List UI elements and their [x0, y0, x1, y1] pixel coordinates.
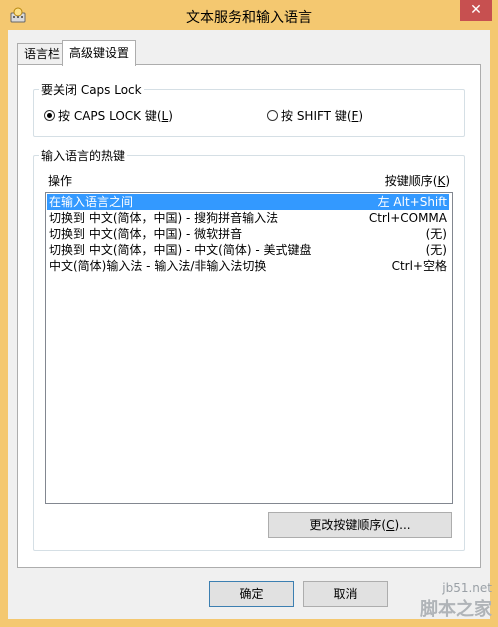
- radio-shift-label: 按 SHIFT 键(F): [281, 109, 364, 123]
- list-item[interactable]: 切换到 中文(简体，中国) - 搜狗拼音输入法 Ctrl+COMMA: [47, 210, 449, 226]
- list-item-action: 中文(简体)输入法 - 输入法/非输入法切换: [49, 259, 267, 273]
- list-item[interactable]: 切换到 中文(简体，中国) - 微软拼音 (无): [47, 226, 449, 242]
- hotkeys-group-title: 输入语言的热键: [39, 147, 128, 164]
- tab-language-bar[interactable]: 语言栏: [17, 43, 68, 65]
- watermark-url: jb51.net: [442, 581, 492, 595]
- caps-lock-group: 要关闭 Caps Lock 按 CAPS LOCK 键(L) 按 SHIFT 键…: [33, 81, 465, 137]
- list-item-key: 左 Alt+Shift: [377, 195, 447, 209]
- change-key-sequence-button[interactable]: 更改按键顺序(C)...: [268, 512, 452, 538]
- watermark-brand: 脚本之家: [420, 599, 492, 620]
- column-header-action: 操作: [48, 174, 73, 188]
- list-item[interactable]: 在输入语言之间 左 Alt+Shift: [47, 194, 449, 210]
- cancel-button[interactable]: 取消: [303, 581, 388, 607]
- list-item-key: Ctrl+空格: [391, 259, 447, 273]
- hotkeys-group: 输入语言的热键 操作 按键顺序(K) 在输入语言之间 左 Alt+Shift 切…: [33, 147, 465, 551]
- dialog-window: 文本服务和输入语言 ✕ 语言栏 高级键设置 要关闭 Caps Lock 按 CA…: [0, 0, 498, 627]
- window-frame-left: [0, 30, 8, 627]
- list-item-action: 切换到 中文(简体，中国) - 中文(简体) - 美式键盘: [49, 243, 312, 257]
- title-bar[interactable]: 文本服务和输入语言 ✕: [0, 0, 498, 30]
- window-frame-right: [490, 30, 498, 627]
- list-item-action: 切换到 中文(简体，中国) - 微软拼音: [49, 227, 243, 241]
- list-item-key: (无): [425, 227, 447, 241]
- list-item[interactable]: 切换到 中文(简体，中国) - 中文(简体) - 美式键盘 (无): [47, 242, 449, 258]
- radio-unselected-icon[interactable]: [267, 110, 278, 121]
- ok-button[interactable]: 确定: [209, 581, 294, 607]
- column-header-key-sequence: 按键顺序(K): [384, 174, 450, 188]
- caps-lock-group-title: 要关闭 Caps Lock: [39, 81, 144, 98]
- radio-selected-icon[interactable]: [44, 110, 55, 121]
- list-item-action: 在输入语言之间: [49, 195, 134, 209]
- hotkey-list[interactable]: 在输入语言之间 左 Alt+Shift 切换到 中文(简体，中国) - 搜狗拼音…: [45, 192, 453, 504]
- radio-caps-lock-label: 按 CAPS LOCK 键(L): [58, 109, 173, 123]
- close-button[interactable]: ✕: [460, 0, 492, 21]
- list-item-key: Ctrl+COMMA: [368, 211, 447, 225]
- list-item[interactable]: 中文(简体)输入法 - 输入法/非输入法切换 Ctrl+空格: [47, 258, 449, 274]
- tab-advanced-key-settings[interactable]: 高级键设置: [62, 40, 137, 66]
- list-item-action: 切换到 中文(简体，中国) - 搜狗拼音输入法: [49, 211, 279, 225]
- tab-panel: 要关闭 Caps Lock 按 CAPS LOCK 键(L) 按 SHIFT 键…: [17, 64, 481, 568]
- radio-caps-lock-key[interactable]: 按 CAPS LOCK 键(L): [44, 107, 173, 124]
- list-item-key: (无): [425, 243, 447, 257]
- window-title: 文本服务和输入语言: [186, 10, 312, 26]
- watermark: jb51.net 脚本之家: [420, 581, 492, 621]
- radio-shift-key[interactable]: 按 SHIFT 键(F): [267, 107, 363, 124]
